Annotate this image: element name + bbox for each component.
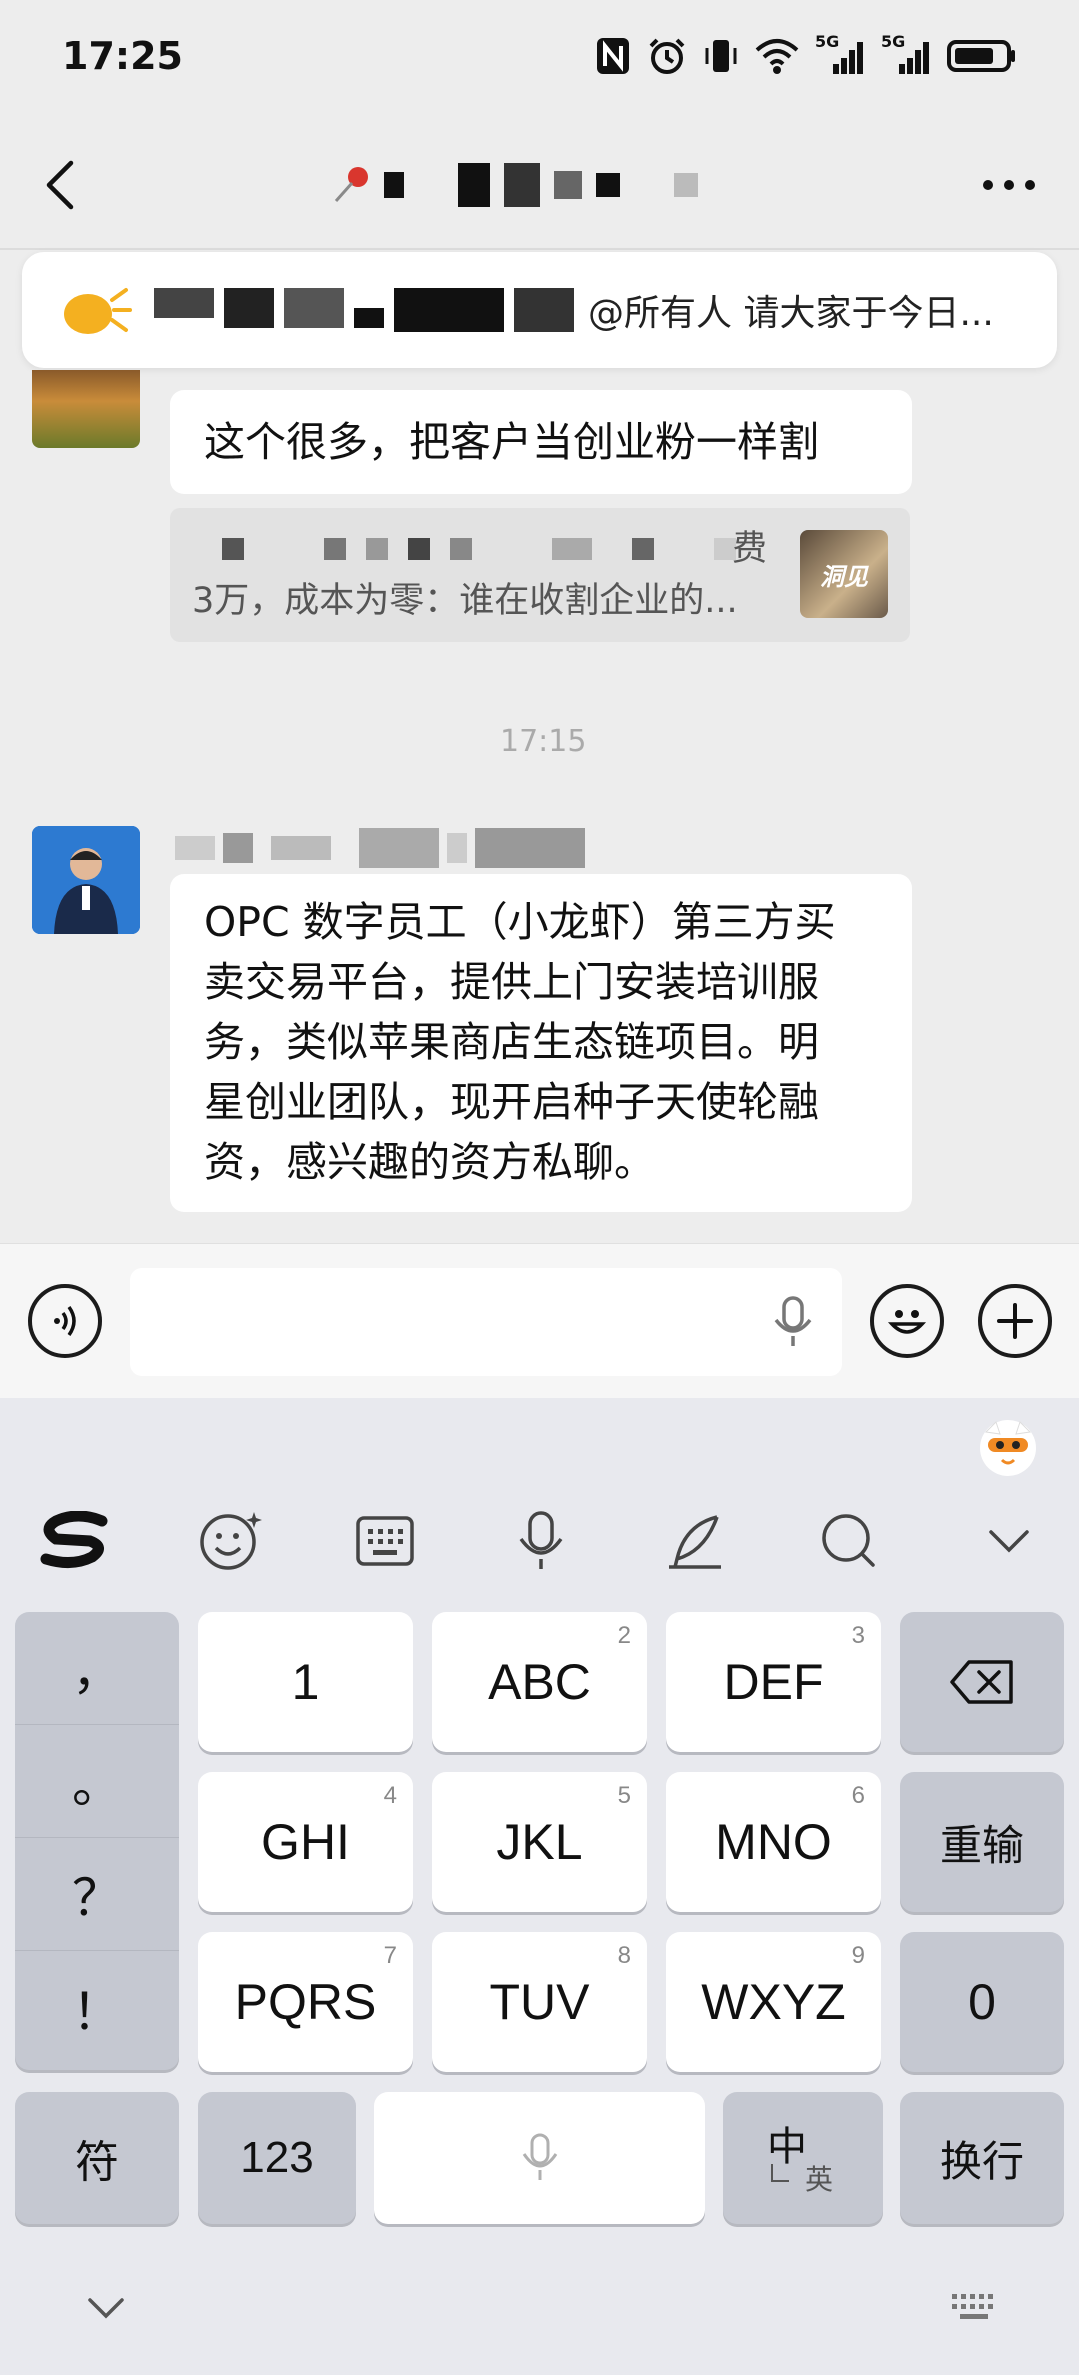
numbers-key[interactable]: 123 [198,2092,356,2224]
keyboard-switch-button[interactable] [950,2292,1000,2324]
language-switch-key[interactable]: 中 英 [723,2092,883,2224]
keyboard-icon [356,1516,414,1566]
punctuation-column: ， 。 ？ ！ [15,1612,179,2070]
feather-pen-icon [669,1515,721,1569]
quote-redacted [222,538,736,560]
announcement-text: @所有人 请大家于今日... [588,293,994,334]
key-wxyz[interactable]: WXYZ 9 [666,1932,881,2072]
chevron-down-icon [88,2298,124,2319]
message-bubble[interactable]: 这个很多，把客户当创业粉一样割 [170,390,912,494]
avatar[interactable] [32,826,140,934]
key-mno[interactable]: MNO 6 [666,1772,881,1912]
message-line: 星创业团队，现开启种子天使轮融 [204,1078,819,1126]
header-divider [0,248,1079,250]
more-dots-icon [983,180,1035,190]
collapse-keyboard-button[interactable] [86,2296,126,2320]
message-input[interactable] [130,1268,842,1376]
chevron-left-icon [46,160,74,210]
space-key[interactable] [374,2092,705,2224]
alarm-icon [647,36,687,76]
chat-title [330,150,770,220]
plus-icon [997,1303,1033,1339]
quote-text-tail: 费 [732,529,768,569]
search-icon [822,1514,875,1567]
microphone-icon [519,1511,563,1569]
symbols-key[interactable]: 符 [15,2092,179,2224]
message-line: OPC 数字员工（小龙虾）第三方买 [204,898,836,946]
message-line: 务，类似苹果商店生态链项目。明 [204,1018,819,1066]
punct-key-period[interactable]: 。 [15,1725,179,1838]
key-tuv[interactable]: TUV 8 [432,1932,647,2072]
signal-5g-icon: 5G [815,32,865,76]
key-0[interactable]: 0 [900,1932,1064,2072]
voice-wave-icon [54,1305,76,1337]
battery-icon [947,36,1017,76]
keyboard-layout-button[interactable] [340,1496,430,1586]
sender-name-redacted [175,828,585,868]
wifi-icon [755,36,799,76]
group-announcement-banner[interactable]: @所有人 请大家于今日... [22,252,1057,368]
voice-mode-button[interactable] [28,1284,102,1358]
title-redacted [384,163,698,207]
key-1[interactable]: 1 [198,1612,413,1752]
key-abc[interactable]: ABC 2 [432,1612,647,1752]
message-bubble[interactable]: OPC 数字员工（小龙虾）第三方买 卖交易平台，提供上门安装培训服 务，类似苹果… [170,874,912,1212]
signal-5g-icon-2: 5G [881,32,931,76]
keyboard-icon [952,2294,993,2319]
smiley-icon [887,1310,927,1334]
announcement-redacted [154,288,574,332]
reset-key[interactable]: 重输 [900,1772,1064,1912]
vibrate-icon [703,36,739,76]
message-line: 资，感兴趣的资方私聊。 [204,1138,655,1186]
microphone-icon [774,1296,812,1346]
key-jkl[interactable]: JKL 5 [432,1772,647,1912]
nfc-icon [595,36,631,76]
status-time: 17:25 [62,34,183,78]
keyboard-mascot-icon[interactable] [976,1414,1040,1478]
quoted-message[interactable]: 费 3万，成本为零：谁在收割企业的... 洞见 [170,508,910,642]
chevron-down-icon [989,1530,1029,1553]
pin-icon [334,167,368,202]
emoji-button[interactable] [870,1284,944,1358]
quote-thumbnail: 洞见 [800,530,888,618]
status-icons: 5G 5G [595,32,1017,76]
attach-plus-button[interactable] [978,1284,1052,1358]
megaphone-icon [64,288,132,334]
input-mic-button[interactable] [768,1294,818,1350]
key-def[interactable]: DEF 3 [666,1612,881,1752]
handwriting-button[interactable] [650,1496,740,1586]
key-pqrs[interactable]: PQRS 7 [198,1932,413,2072]
message-text: 这个很多，把客户当创业粉一样割 [204,418,819,466]
key-ghi[interactable]: GHI 4 [198,1772,413,1912]
quote-text: 3万，成本为零：谁在收割企业的... [192,581,738,621]
sogou-logo-button[interactable] [30,1496,120,1586]
emoji-toolbar-button[interactable] [186,1496,276,1586]
hide-toolbar-button[interactable] [964,1496,1054,1586]
punct-key-exclaim[interactable]: ！ [15,1951,179,2064]
more-options-button[interactable] [969,160,1049,210]
voice-input-toolbar-button[interactable] [496,1496,586,1586]
backspace-key[interactable] [900,1612,1064,1752]
back-button[interactable] [30,150,90,220]
punct-key-comma[interactable]: ， [15,1612,179,1725]
microphone-icon [522,2133,557,2180]
avatar[interactable] [32,370,140,448]
sogou-logo-icon [40,1511,108,1568]
emoji-sparkle-icon [200,1512,262,1570]
message-timestamp: 17:15 [500,724,587,759]
search-toolbar-button[interactable] [804,1496,894,1586]
backspace-icon [950,1660,1013,1704]
message-line: 卖交易平台，提供上门安装培训服 [204,958,819,1006]
enter-key[interactable]: 换行 [900,2092,1064,2224]
punct-key-question[interactable]: ？ [15,1838,179,1951]
